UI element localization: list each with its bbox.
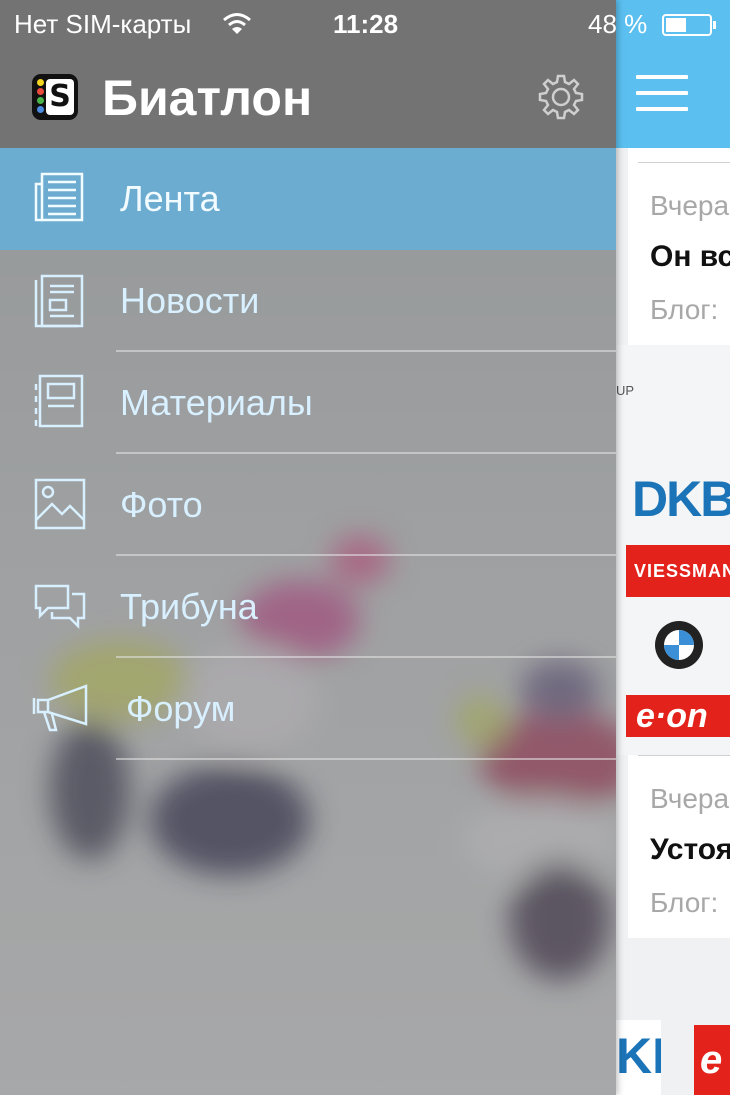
battery-icon (662, 14, 716, 36)
materials-icon (34, 374, 84, 428)
menu-item-tribune[interactable]: Трибуна (0, 556, 616, 658)
card-blog: Блог: (650, 294, 719, 325)
menu-item-label: Трибуна (120, 586, 258, 627)
sponsor-viessmann: VIESSMANN (626, 545, 730, 597)
bmw-logo-icon (655, 621, 703, 669)
card-blog: Блог: (650, 887, 719, 918)
sponsor-kb: KB (616, 1020, 661, 1095)
carrier-label: Нет SIM-карты (14, 9, 192, 39)
menu-item-photo[interactable]: Фото (0, 454, 616, 556)
card-date: Вчера (650, 783, 730, 814)
sponsor-eon: e·on (626, 695, 730, 737)
clock: 11:28 (333, 9, 399, 39)
newspaper-icon (34, 172, 84, 222)
battery-percentage: 48 % (588, 9, 648, 39)
wifi-icon (223, 13, 251, 34)
menu-item-label: Форум (126, 688, 236, 729)
menu-item-materials[interactable]: Материалы (0, 352, 616, 454)
megaphone-icon (32, 684, 88, 732)
feed-card[interactable]: Вчера Устоя Блог: (628, 755, 730, 938)
menu-item-feed[interactable]: Лента (0, 148, 616, 250)
status-bar: Нет SIM-карты 11:28 48 % (0, 0, 730, 48)
navigation-drawer: S Биатлон Лента Новости Материалы Фото Т… (0, 0, 616, 1095)
photo-icon (34, 478, 86, 530)
chat-bubbles-icon (34, 584, 86, 630)
app-title: Биатлон (102, 70, 313, 126)
sponsor-text-up: UP (616, 383, 635, 398)
gear-icon[interactable] (536, 72, 586, 122)
feed-photo-bottom[interactable]: KB e (616, 1020, 730, 1095)
drawer-menu: Лента Новости Материалы Фото Трибуна Фор… (0, 148, 616, 760)
menu-item-label: Лента (120, 178, 220, 219)
card-date: Вчера (650, 190, 730, 221)
news-document-icon (34, 274, 84, 328)
sponsor-dkb: DKB (632, 471, 730, 527)
feed-card[interactable]: Вчера Он вс Блог: (628, 148, 730, 346)
menu-item-label: Материалы (120, 382, 313, 423)
hamburger-menu-icon[interactable] (636, 75, 688, 111)
menu-item-forum[interactable]: Форум (0, 658, 616, 760)
card-title: Он вс (650, 240, 730, 273)
app-logo-icon: S (32, 74, 78, 120)
feed-panel: Вчера Он вс Блог: UP DKB VIESSMANN e·on … (616, 0, 730, 1095)
menu-item-label: Фото (120, 484, 203, 525)
menu-item-label: Новости (120, 280, 260, 321)
sponsor-e: e (694, 1025, 730, 1095)
card-title: Устоя (650, 833, 730, 866)
feed-photo[interactable]: UP DKB VIESSMANN e·on (616, 345, 730, 755)
menu-item-news[interactable]: Новости (0, 250, 616, 352)
